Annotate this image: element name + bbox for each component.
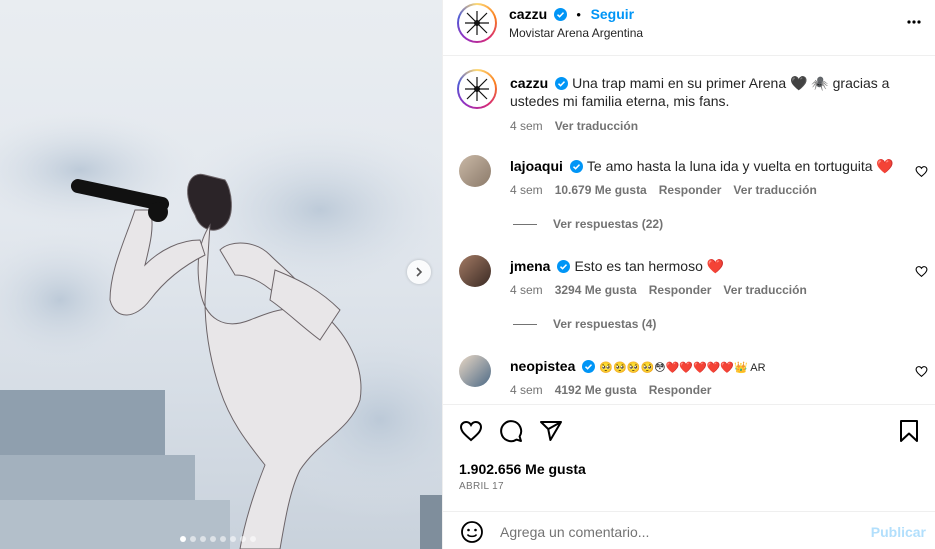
replies-divider: [513, 323, 537, 325]
comment-time[interactable]: 4 sem: [510, 283, 543, 297]
comment-input[interactable]: Agrega un comentario...: [500, 524, 649, 540]
verified-badge-icon: [555, 77, 569, 90]
verified-badge-icon: [557, 260, 571, 273]
view-replies-button[interactable]: Ver respuestas (4): [513, 317, 656, 331]
save-bookmark-icon[interactable]: [898, 419, 920, 443]
reply-button[interactable]: Responder: [649, 283, 712, 297]
caption-translate-link[interactable]: Ver traducción: [555, 119, 638, 133]
comment-text: Esto es tan hermoso ❤️: [574, 258, 725, 274]
commenter-username[interactable]: jmena: [510, 258, 550, 274]
comment-item: jmena Esto es tan hermoso ❤️ 4 sem 3294 M…: [443, 255, 935, 345]
carousel-dot: [180, 536, 186, 542]
comment-likes[interactable]: 10.679 Me gusta: [555, 183, 647, 197]
comment-likes[interactable]: 4192 Me gusta: [555, 383, 637, 397]
comment-bubble-icon[interactable]: [499, 419, 523, 443]
publish-button[interactable]: Publicar: [871, 524, 926, 540]
carousel-indicators: [180, 536, 256, 542]
next-slide-button[interactable]: [407, 260, 431, 284]
carousel-dot: [240, 536, 246, 542]
commenter-username[interactable]: neopistea: [510, 358, 575, 374]
post-date[interactable]: ABRIL 17: [459, 481, 504, 492]
carousel-dot: [230, 536, 236, 542]
like-comment-heart-icon[interactable]: [915, 365, 928, 378]
caption-username[interactable]: cazzu: [510, 75, 548, 91]
caption-time[interactable]: 4 sem: [510, 119, 543, 133]
separator-dot: •: [576, 7, 581, 22]
commenter-avatar[interactable]: [459, 355, 491, 387]
carousel-dot: [190, 536, 196, 542]
post-likes-count[interactable]: 1.902.656 Me gusta: [459, 461, 586, 477]
spider-logo-icon: [465, 11, 489, 35]
verified-badge-icon: [569, 160, 583, 173]
carousel-dot: [200, 536, 206, 542]
comment-likes[interactable]: 3294 Me gusta: [555, 283, 637, 297]
like-heart-icon[interactable]: [459, 419, 483, 443]
post-details-panel: cazzu • Seguir Movistar Arena Argentina: [442, 0, 935, 549]
chevron-right-icon: [416, 267, 423, 277]
more-options-button[interactable]: [906, 14, 922, 33]
commenter-avatar[interactable]: [459, 155, 491, 187]
verified-badge-icon: [553, 8, 567, 21]
replies-divider: [513, 223, 537, 225]
author-avatar[interactable]: [457, 3, 497, 43]
commenter-username[interactable]: lajoaqui: [510, 158, 563, 174]
comment-item: neopistea 🥺🥺🥺🥺😳❤️❤️❤️❤️❤️👑 AR 4 sem 4192 …: [443, 355, 935, 403]
post-location[interactable]: Movistar Arena Argentina: [509, 26, 643, 40]
follow-button[interactable]: Seguir: [591, 6, 635, 22]
caption: cazzu Una trap mami en su primer Arena 🖤 …: [443, 69, 935, 139]
reply-button[interactable]: Responder: [659, 183, 722, 197]
translate-link[interactable]: Ver traducción: [733, 183, 816, 197]
like-comment-heart-icon[interactable]: [915, 265, 928, 278]
concert-photo: [0, 110, 442, 549]
verified-badge-icon: [582, 360, 596, 373]
carousel-dot: [220, 536, 226, 542]
reply-button[interactable]: Responder: [649, 383, 712, 397]
comment-text: 🥺🥺🥺🥺😳❤️❤️❤️❤️❤️👑 AR: [599, 362, 766, 374]
like-comment-heart-icon[interactable]: [915, 165, 928, 178]
emoji-smiley-icon[interactable]: [460, 520, 484, 544]
carousel-dot: [210, 536, 216, 542]
comment-item: lajoaqui Te amo hasta la luna ida y vuelt…: [443, 155, 935, 245]
comment-time[interactable]: 4 sem: [510, 383, 543, 397]
view-replies-button[interactable]: Ver respuestas (22): [513, 217, 663, 231]
more-horizontal-icon: [907, 20, 921, 24]
add-comment-bar: Agrega un comentario... Publicar: [443, 511, 935, 549]
view-replies-label: Ver respuestas (4): [553, 317, 657, 331]
comment-time[interactable]: 4 sem: [510, 183, 543, 197]
post-media[interactable]: [0, 0, 442, 549]
carousel-dot: [250, 536, 256, 542]
view-replies-label: Ver respuestas (22): [553, 217, 664, 231]
translate-link[interactable]: Ver traducción: [723, 283, 806, 297]
post-actions: 1.902.656 Me gusta ABRIL 17 Agrega un co…: [443, 404, 935, 549]
caption-avatar[interactable]: [457, 69, 497, 109]
comments-list: cazzu Una trap mami en su primer Arena 🖤 …: [443, 57, 935, 403]
spider-logo-icon: [465, 77, 489, 101]
author-username[interactable]: cazzu: [509, 6, 547, 22]
comment-text: Te amo hasta la luna ida y vuelta en tor…: [586, 158, 894, 174]
commenter-avatar[interactable]: [459, 255, 491, 287]
post-header: cazzu • Seguir Movistar Arena Argentina: [443, 0, 935, 56]
share-send-icon[interactable]: [539, 419, 563, 443]
